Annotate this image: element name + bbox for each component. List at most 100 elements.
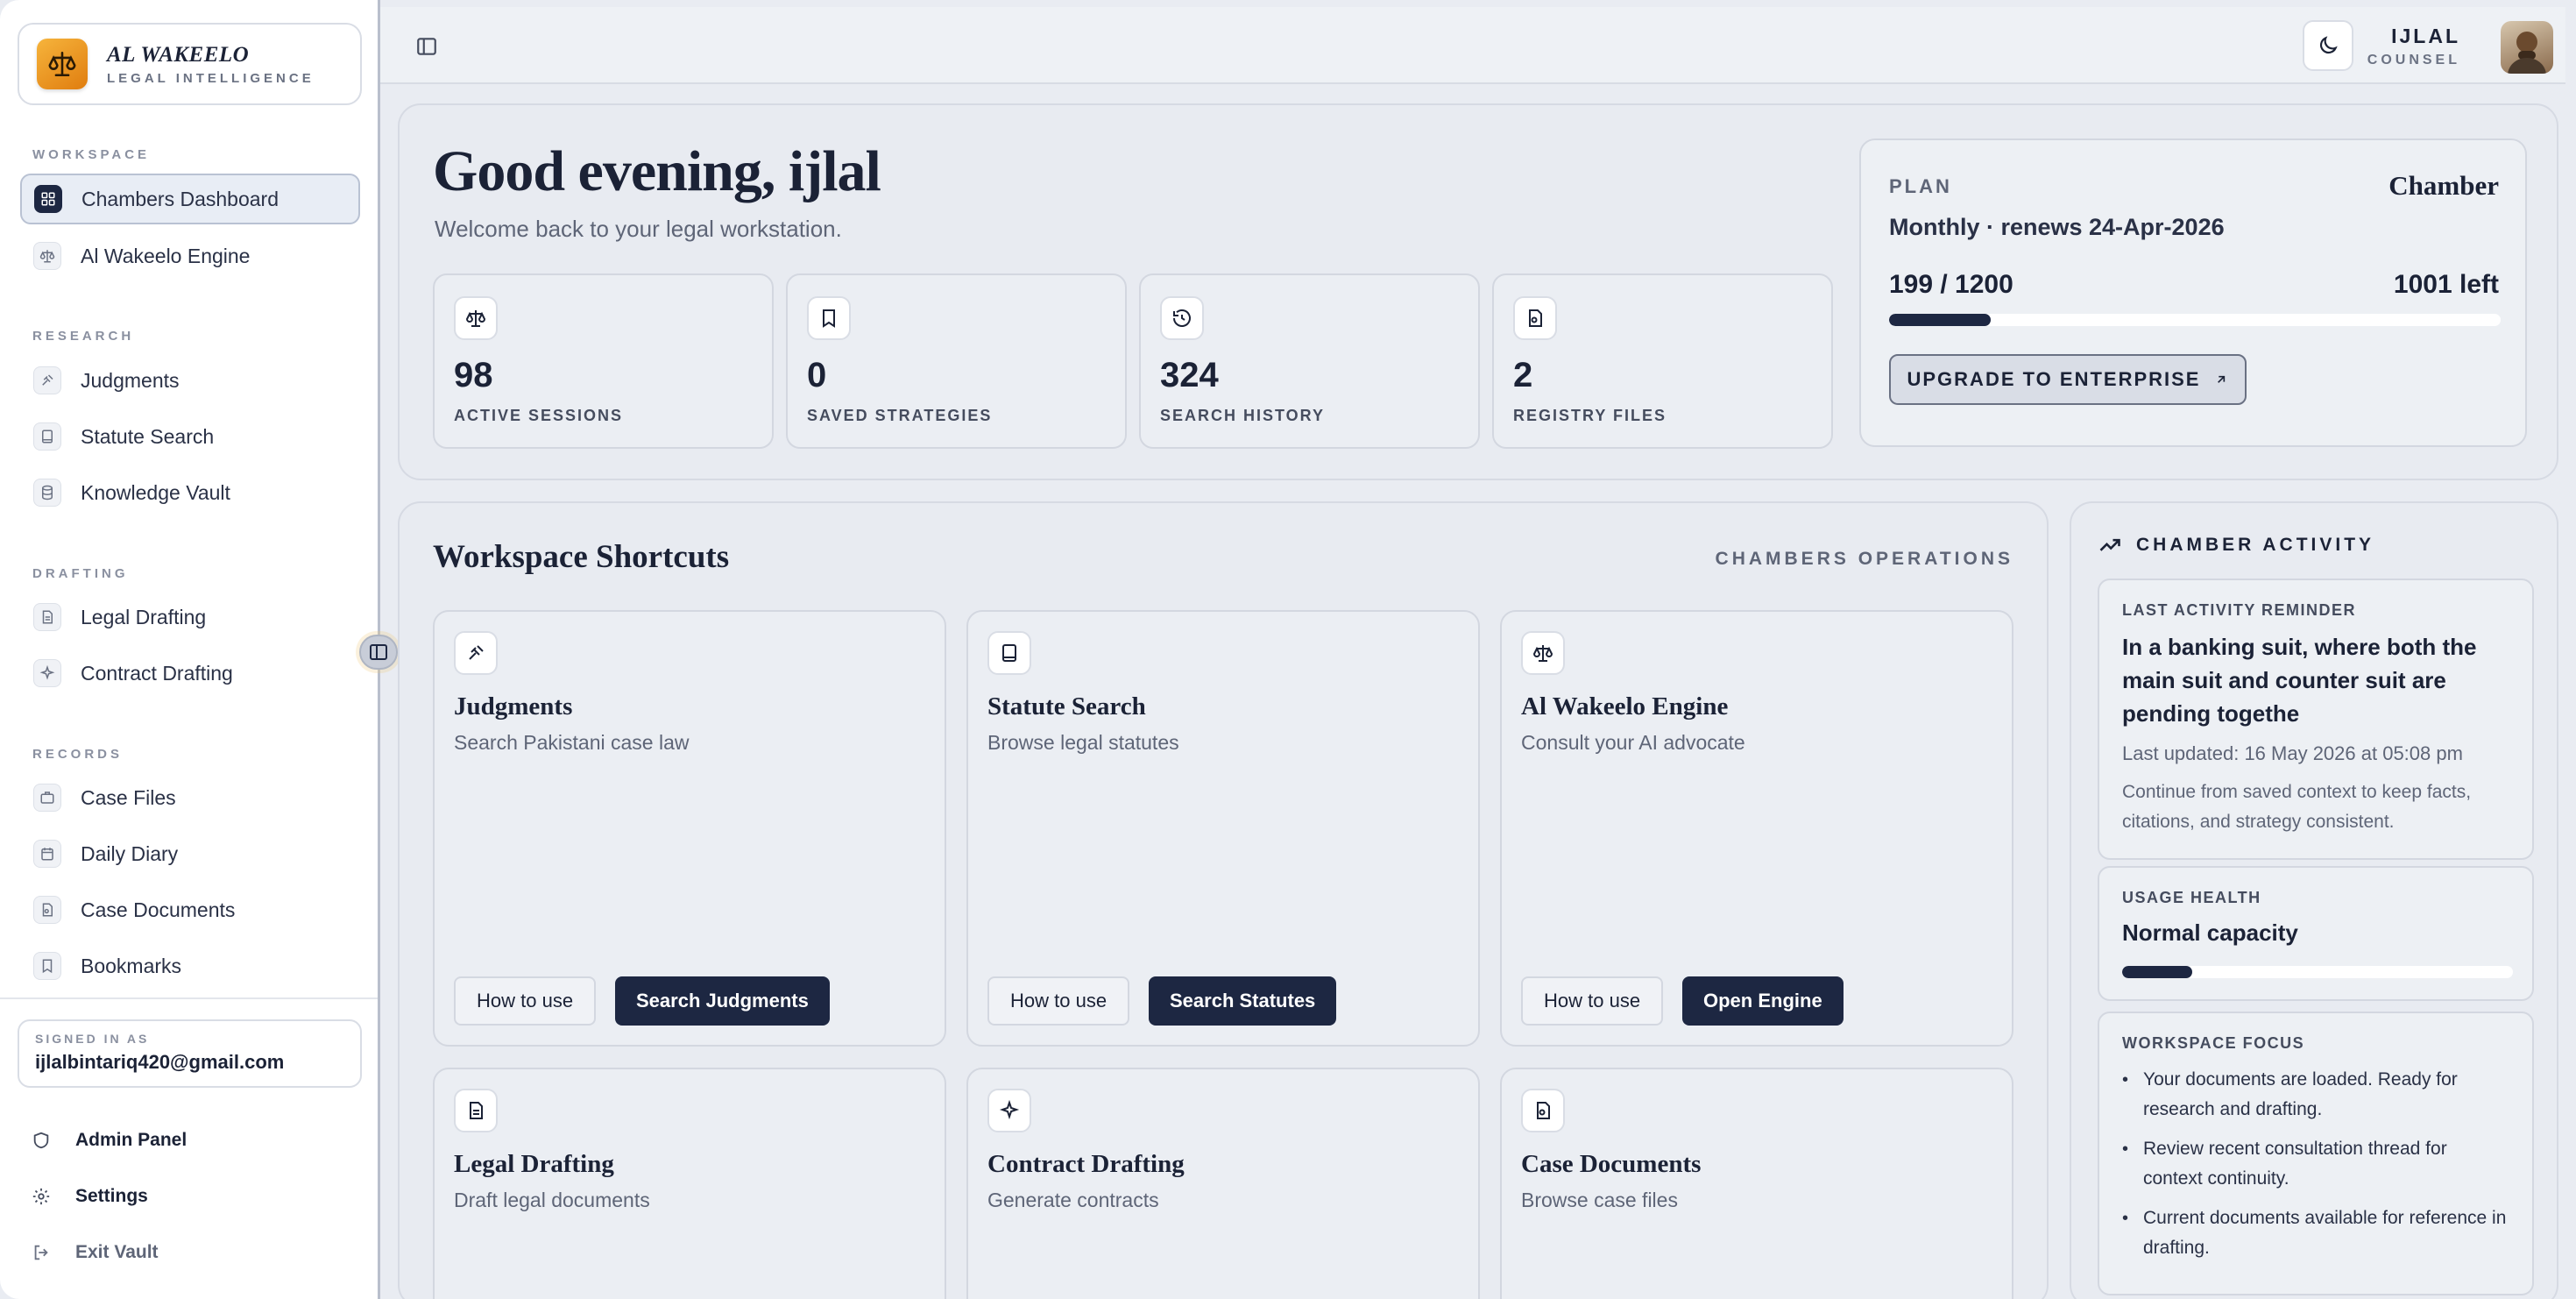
theme-toggle-button[interactable] — [2303, 20, 2353, 71]
stat-value: 98 — [454, 356, 493, 394]
focus-list: Your documents are loaded. Ready for res… — [2122, 1065, 2509, 1263]
sidebar-item-legal-drafting[interactable]: Legal Drafting — [21, 593, 359, 642]
sidebar-item-knowledge-vault[interactable]: Knowledge Vault — [21, 468, 359, 517]
book-icon — [33, 422, 61, 451]
nav-section-drafting: DRAFTING — [32, 566, 129, 581]
card-title: Case Documents — [1521, 1150, 1702, 1178]
activity-title: CHAMBER ACTIVITY — [2136, 535, 2375, 555]
last-activity-card[interactable]: LAST ACTIVITY REMINDER In a banking suit… — [2098, 579, 2534, 860]
how-to-use-button[interactable]: How to use — [987, 976, 1130, 1026]
signed-in-email: ijlalbintariq420@gmail.com — [35, 1051, 285, 1073]
signed-in-card: SIGNED IN AS ijlalbintariq420@gmail.com — [18, 1019, 362, 1088]
card-description: Draft legal documents — [454, 1189, 650, 1211]
sidebar-item-daily-diary[interactable]: Daily Diary — [21, 829, 359, 878]
sidebar-item-label: Legal Drafting — [81, 605, 207, 628]
settings-link[interactable]: Settings — [32, 1186, 148, 1207]
signed-in-label: SIGNED IN AS — [35, 1032, 150, 1046]
panel-left-icon — [417, 38, 436, 55]
moon-icon — [2319, 36, 2338, 54]
file-search-icon — [1513, 296, 1557, 340]
shortcuts-subtitle: CHAMBERS OPERATIONS — [1715, 549, 2013, 569]
shield-icon — [33, 1132, 49, 1149]
list-item: Your documents are loaded. Ready for res… — [2122, 1065, 2509, 1125]
stat-label: SAVED STRATEGIES — [807, 407, 993, 424]
sidebar-item-statute-search[interactable]: Statute Search — [21, 412, 359, 461]
shortcut-card-legal-drafting: Legal Drafting Draft legal documents — [433, 1068, 946, 1299]
scales-icon — [1521, 631, 1565, 675]
sidebar-item-label: Chambers Dashboard — [81, 187, 280, 210]
nav-section-research: RESEARCH — [32, 329, 135, 344]
plan-card: PLAN Chamber Monthly · renews 24-Apr-202… — [1859, 138, 2527, 447]
user-role: COUNSEL — [2367, 53, 2460, 67]
user-name: IJLAL — [2391, 25, 2460, 47]
reminder-text: Continue from saved context to keep fact… — [2122, 782, 2472, 832]
card-description: Consult your AI advocate — [1521, 731, 1745, 754]
list-item: Review recent consultation thread for co… — [2122, 1134, 2509, 1194]
settings-label: Settings — [75, 1186, 148, 1206]
open-engine-button[interactable]: Open Engine — [1682, 976, 1844, 1026]
health-bar-fill — [2122, 966, 2193, 978]
stat-label: ACTIVE SESSIONS — [454, 407, 624, 424]
sidebar-item-label: Contract Drafting — [81, 661, 233, 685]
usage-health-card: USAGE HEALTH Normal capacity — [2098, 866, 2534, 1001]
sidebar-item-label: Case Files — [81, 785, 176, 809]
sidebar-item-label: Daily Diary — [81, 841, 179, 865]
exit-vault-label: Exit Vault — [75, 1242, 159, 1262]
how-to-use-button[interactable]: How to use — [454, 976, 597, 1026]
health-bar — [2122, 966, 2513, 978]
card-title: Al Wakeelo Engine — [1521, 692, 1729, 720]
shortcut-card-al-wakeelo-engine: Al Wakeelo Engine Consult your AI advoca… — [1500, 610, 2013, 1047]
card-description: Browse legal statutes — [987, 731, 1179, 754]
sidebar-item-judgments[interactable]: Judgments — [21, 356, 359, 405]
sidebar-divider — [0, 997, 378, 999]
card-title: Legal Drafting — [454, 1150, 614, 1178]
workspace-focus-card: WORKSPACE FOCUS Your documents are loade… — [2098, 1012, 2534, 1295]
scales-logo-icon — [37, 39, 88, 89]
admin-panel-link[interactable]: Admin Panel — [32, 1130, 187, 1151]
shortcut-card-case-documents: Case Documents Browse case files — [1500, 1068, 2013, 1299]
health-value: Normal capacity — [2122, 919, 2298, 946]
sidebar-item-bookmarks[interactable]: Bookmarks — [21, 941, 359, 990]
admin-panel-label: Admin Panel — [75, 1130, 188, 1150]
sidebar-item-label: Knowledge Vault — [81, 480, 230, 504]
stat-card-saved-strategies: 0 SAVED STRATEGIES — [786, 273, 1127, 449]
briefcase-icon — [33, 784, 61, 812]
avatar[interactable] — [2501, 21, 2553, 74]
dashboard-icon — [34, 185, 62, 213]
sidebar-item-case-documents[interactable]: Case Documents — [21, 885, 359, 934]
book-icon — [987, 631, 1031, 675]
sidebar-item-al-wakeelo-engine[interactable]: Al Wakeelo Engine — [21, 231, 359, 280]
document-icon — [454, 1089, 498, 1132]
plan-usage-bar — [1889, 314, 2501, 326]
stat-card-registry-files: 2 REGISTRY FILES — [1492, 273, 1833, 449]
search-judgments-button[interactable]: Search Judgments — [615, 976, 830, 1026]
shortcuts-title: Workspace Shortcuts — [433, 539, 730, 575]
sparkle-icon — [987, 1089, 1031, 1132]
activity-header: CHAMBER ACTIVITY — [2098, 533, 2374, 557]
plan-remaining: 1001 left — [2393, 270, 2499, 299]
sidebar-item-contract-drafting[interactable]: Contract Drafting — [21, 649, 359, 698]
stat-label: SEARCH HISTORY — [1160, 407, 1326, 424]
sidebar-collapse-handle[interactable] — [359, 635, 398, 670]
brand-card[interactable]: AL WAKEELO LEGAL INTELLIGENCE — [18, 23, 362, 105]
exit-vault-link[interactable]: Exit Vault — [32, 1242, 159, 1263]
sidebar-toggle-button[interactable] — [415, 35, 438, 62]
card-title: Judgments — [454, 692, 573, 720]
card-title: Statute Search — [987, 692, 1146, 720]
document-icon — [33, 603, 61, 631]
upgrade-button[interactable]: UPGRADE TO ENTERPRISE — [1889, 354, 2247, 405]
brand-tagline: LEGAL INTELLIGENCE — [107, 70, 315, 86]
reminder-title: In a banking suit, where both the main s… — [2122, 634, 2477, 727]
search-statutes-button[interactable]: Search Statutes — [1149, 976, 1337, 1026]
workspace-shortcuts-panel: Workspace Shortcuts CHAMBERS OPERATIONS … — [398, 501, 2049, 1299]
nav-section-records: RECORDS — [32, 747, 124, 762]
scales-icon — [33, 242, 61, 270]
trending-up-icon — [2099, 538, 2120, 551]
gavel-icon — [454, 631, 498, 675]
scales-icon — [454, 296, 498, 340]
sidebar-item-chambers-dashboard[interactable]: Chambers Dashboard — [20, 174, 360, 224]
plan-usage-bar-fill — [1889, 314, 1991, 326]
page-title: Good evening, ijlal — [433, 139, 881, 203]
how-to-use-button[interactable]: How to use — [1521, 976, 1664, 1026]
sidebar-item-case-files[interactable]: Case Files — [21, 773, 359, 822]
